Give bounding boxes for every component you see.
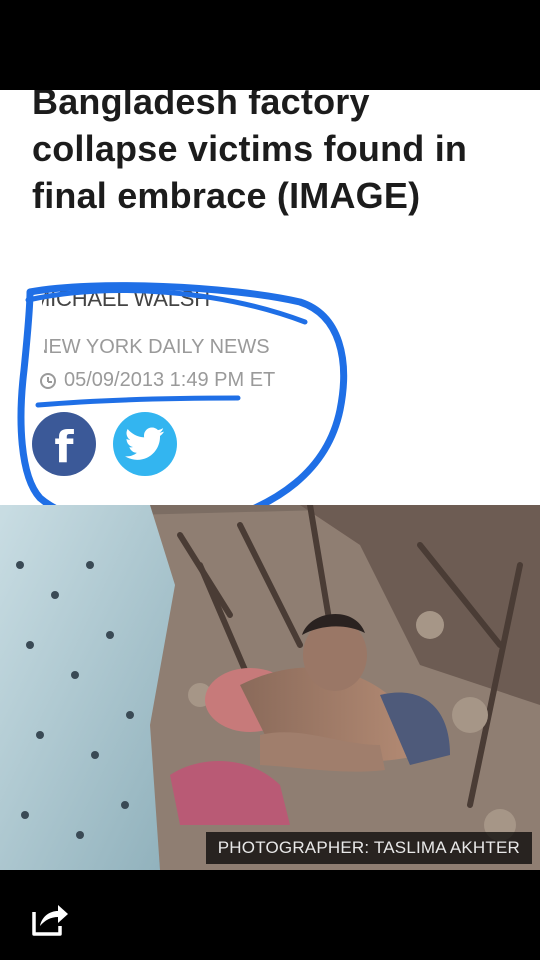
article-header: Bangladesh factory collapse victims foun… — [0, 90, 540, 505]
annotation-occlusion — [228, 288, 258, 310]
top-black-bar — [0, 0, 540, 90]
facebook-icon: f — [54, 422, 74, 473]
annotation-occlusion — [32, 288, 42, 310]
article-photo[interactable]: PHOTOGRAPHER: TASLIMA AKHTER — [0, 505, 540, 870]
article-headline: Bangladesh factory collapse victims foun… — [32, 90, 468, 216]
facebook-share-button[interactable]: f — [32, 412, 96, 476]
share-button[interactable] — [24, 894, 72, 942]
social-share-row: f — [32, 412, 177, 476]
twitter-bird-icon — [125, 427, 165, 460]
source-name: NEW YORK DAILY NEWS — [34, 336, 270, 358]
publish-timestamp: 05/09/2013 1:49 PM ET — [64, 369, 276, 391]
author-name[interactable]: MICHAEL WALSH — [32, 286, 210, 311]
annotation-occlusion — [30, 336, 44, 360]
source-line: NEW YORK DAILY NEWS — [30, 336, 270, 360]
author-byline: MICHAEL WALSH — [32, 286, 258, 312]
photo-credit: PHOTOGRAPHER: TASLIMA AKHTER — [205, 832, 532, 864]
clock-icon — [40, 372, 56, 389]
share-icon — [32, 905, 68, 936]
bottom-toolbar — [0, 870, 540, 960]
rubble-scene-image — [0, 505, 540, 870]
dateline: 05/09/2013 1:49 PM ET — [40, 369, 275, 392]
twitter-share-button[interactable] — [113, 412, 177, 476]
